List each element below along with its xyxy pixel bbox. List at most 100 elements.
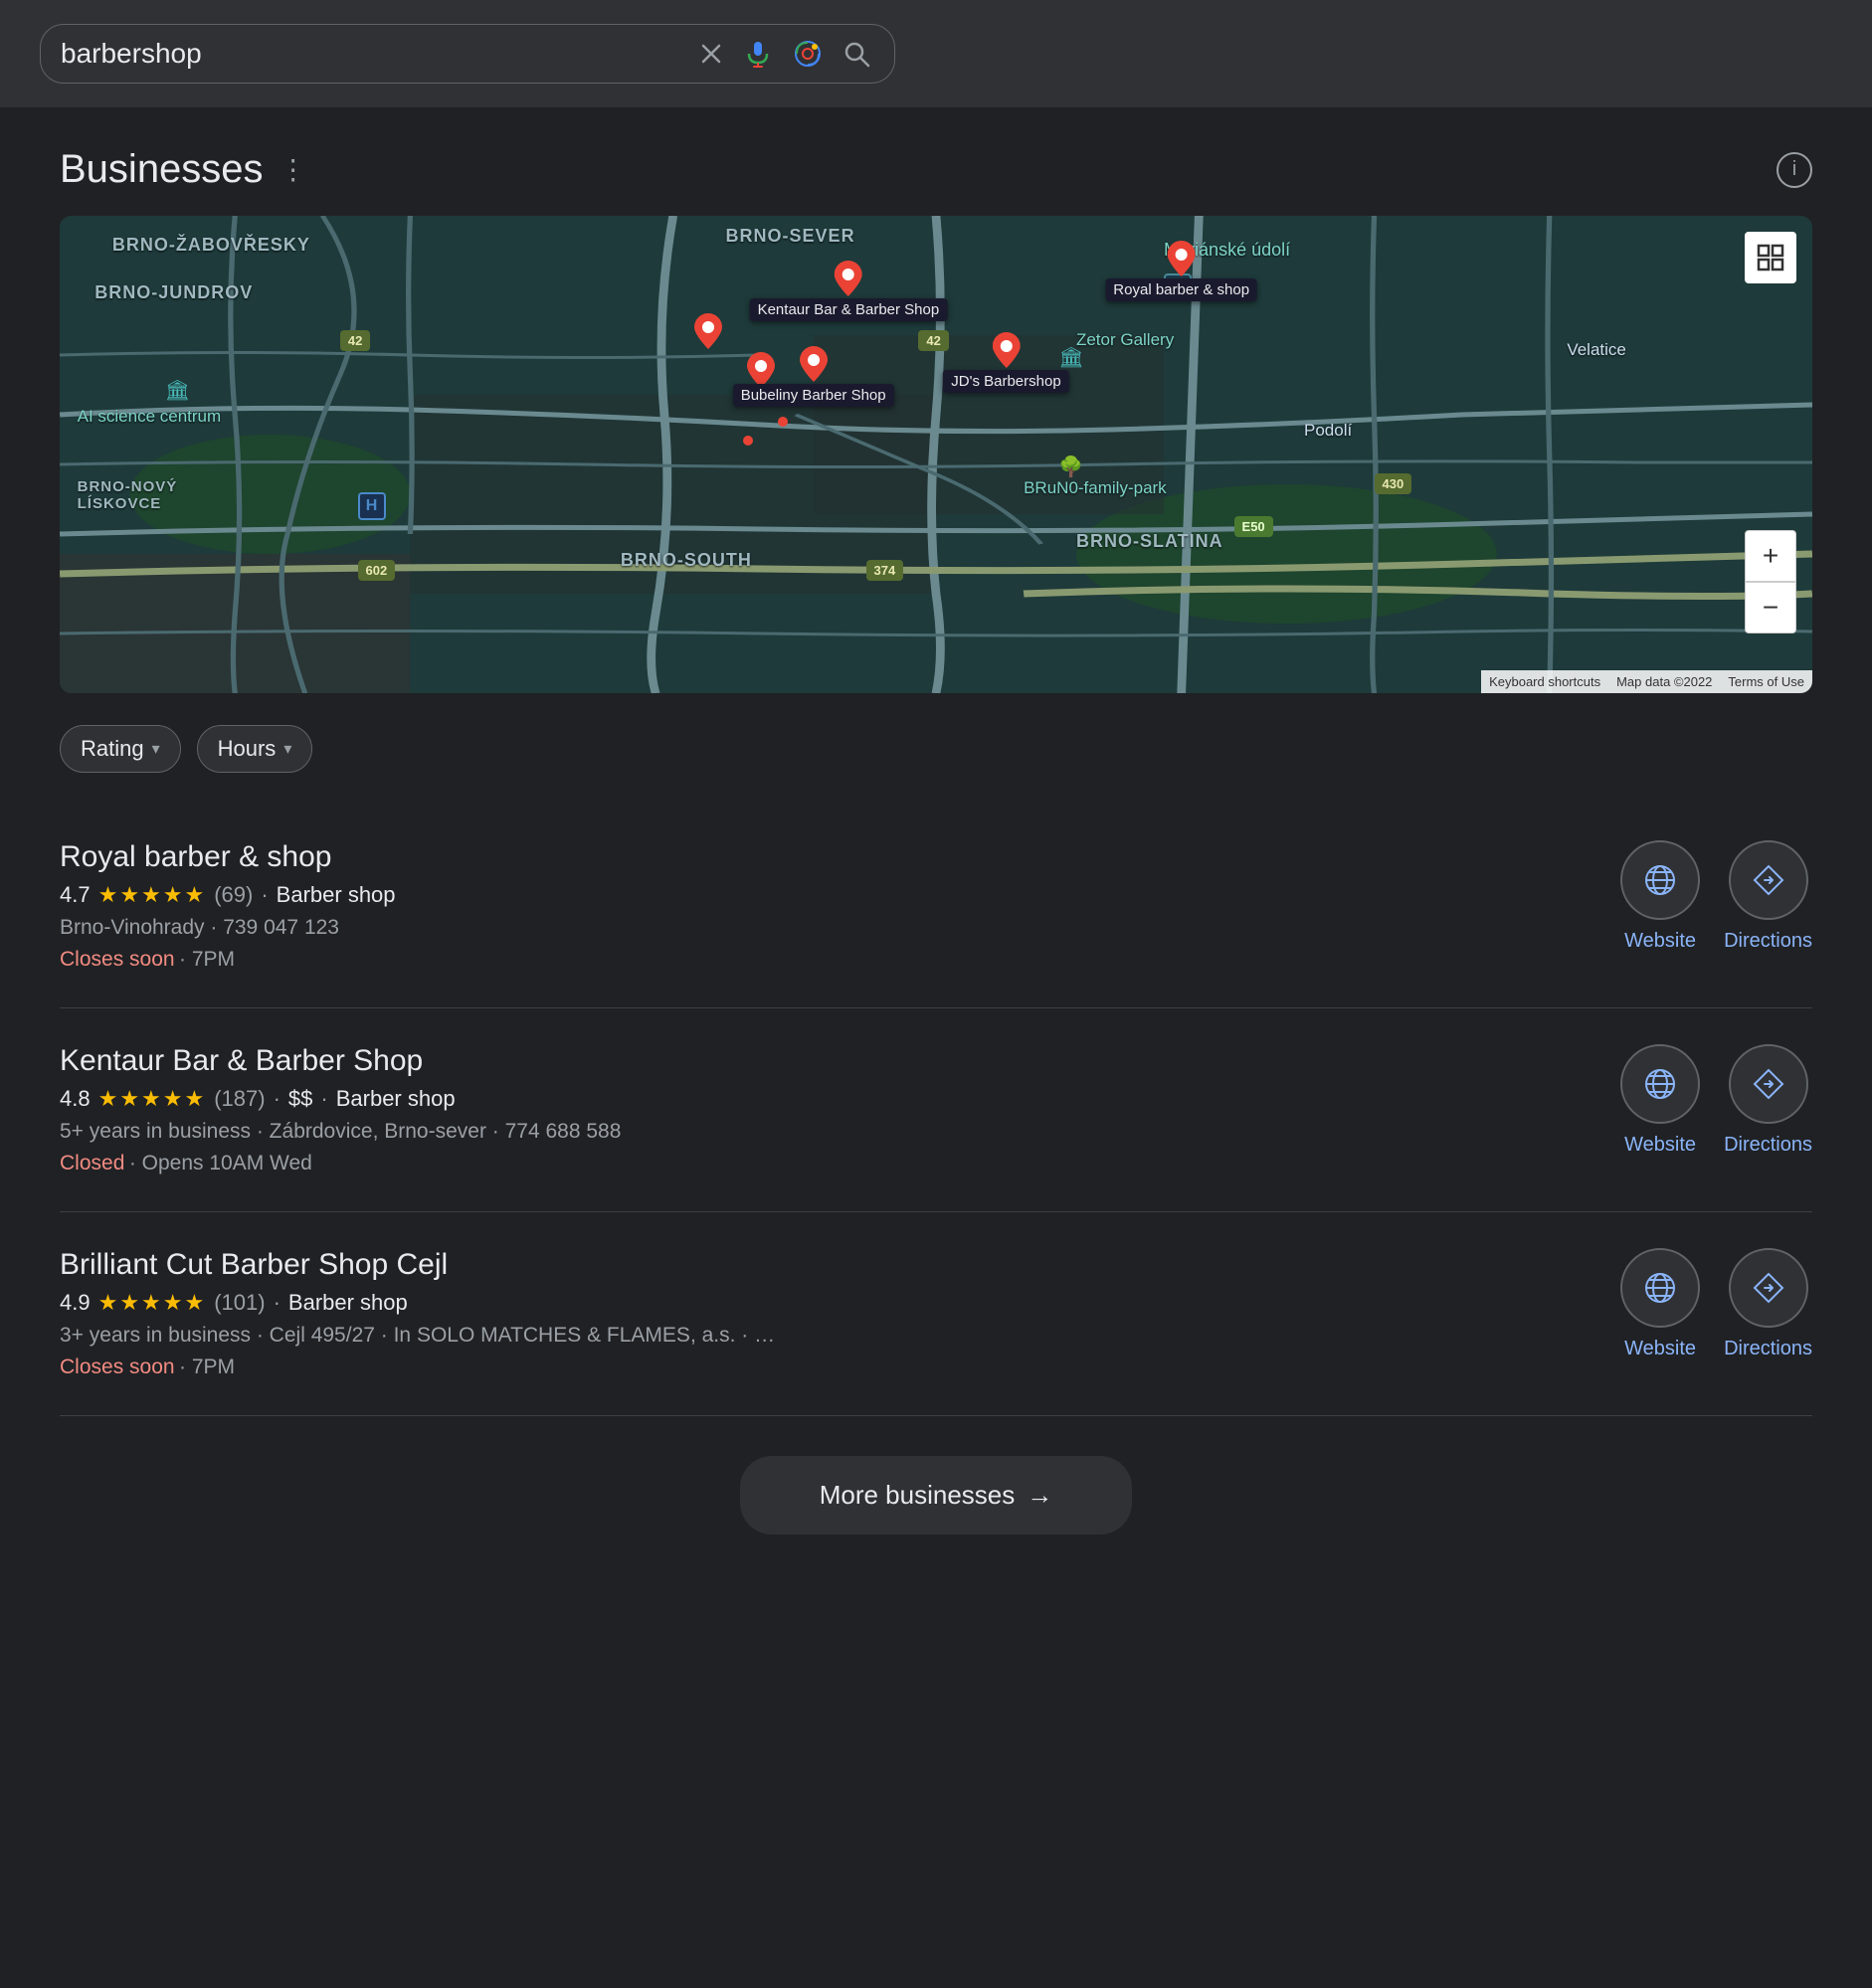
- map-footer: Keyboard shortcuts Map data ©2022 Terms …: [1481, 670, 1812, 693]
- business-item-kentaur: Kentaur Bar & Barber Shop 4.8 ★★★★★ (187…: [60, 1008, 1812, 1212]
- road-badge-42a: 42: [340, 330, 370, 351]
- map-pin-royal[interactable]: Royal barber & shop: [1105, 241, 1257, 301]
- map-label-slatina: BRNO-SLATINA: [1076, 531, 1223, 552]
- price-kentaur: $$: [288, 1086, 312, 1112]
- pin-icon-royal: [1168, 241, 1196, 276]
- map-pin-bubeliny[interactable]: Bubeliny Barber Shop: [733, 346, 894, 407]
- rating-num-brilliant: 4.9: [60, 1290, 91, 1316]
- search-input-wrapper: [40, 24, 895, 84]
- globe-icon-brilliant: [1642, 1270, 1678, 1306]
- rating-filter-chevron: ▾: [152, 739, 160, 759]
- rating-num-royal: 4.7: [60, 882, 91, 908]
- more-businesses-button[interactable]: More businesses →: [740, 1456, 1133, 1535]
- rating-num-kentaur: 4.8: [60, 1086, 91, 1112]
- website-button-brilliant[interactable]: Website: [1620, 1248, 1700, 1360]
- business-type-royal: Barber shop: [277, 882, 396, 908]
- business-detail-brilliant: 3+ years in business · Cejl 495/27 · In …: [60, 1324, 1581, 1348]
- status-text-royal: Closes soon: [60, 948, 175, 971]
- road-badge-374: 374: [866, 560, 904, 581]
- hours-filter-chevron: ▾: [283, 739, 291, 759]
- business-name-royal[interactable]: Royal barber & shop: [60, 840, 1581, 874]
- website-icon-circle-royal: [1620, 840, 1700, 920]
- hotel-icon: H: [358, 492, 386, 520]
- search-icon: [842, 40, 870, 68]
- road-badge-602: 602: [358, 560, 396, 581]
- pin-icon-kentaur: [835, 261, 862, 296]
- map-label-velatice: Velatice: [1567, 340, 1626, 360]
- search-input[interactable]: [61, 38, 683, 70]
- map-terms[interactable]: Terms of Use: [1720, 670, 1812, 693]
- search-button[interactable]: [839, 36, 874, 72]
- stars-royal: ★★★★★: [98, 882, 207, 908]
- map-pin-jds[interactable]: JD's Barbershop: [943, 332, 1068, 393]
- hours-filter-label: Hours: [218, 736, 277, 762]
- clear-search-button[interactable]: [695, 38, 727, 70]
- website-button-royal[interactable]: Website: [1620, 840, 1700, 953]
- info-button[interactable]: i: [1777, 152, 1812, 188]
- pin-label-kentaur: Kentaur Bar & Barber Shop: [750, 298, 948, 321]
- map-label-zetor: Zetor Gallery: [1076, 330, 1174, 350]
- status-text-brilliant: Closes soon: [60, 1355, 175, 1378]
- road-badge-430: 430: [1375, 473, 1412, 494]
- review-count-brilliant: (101): [214, 1290, 265, 1316]
- business-actions-kentaur: Website Directions: [1581, 1044, 1812, 1157]
- close-icon: [699, 42, 723, 66]
- business-rating-kentaur: 4.8 ★★★★★ (187) · $$ · Barber shop: [60, 1086, 1581, 1112]
- business-status-kentaur: Closed · Opens 10AM Wed: [60, 1152, 1581, 1175]
- business-name-brilliant[interactable]: Brilliant Cut Barber Shop Cejl: [60, 1248, 1581, 1282]
- review-count-kentaur: (187): [214, 1086, 265, 1112]
- pin-icon-bubeliny: [800, 346, 828, 382]
- map-zoom-in-button[interactable]: +: [1745, 530, 1796, 582]
- map-label-family-park: BRuN0-family-park: [1024, 478, 1167, 498]
- hours-filter-button[interactable]: Hours ▾: [197, 725, 313, 773]
- business-rating-royal: 4.7 ★★★★★ (69) · Barber shop: [60, 882, 1581, 908]
- map-expand-button[interactable]: [1745, 232, 1796, 283]
- stars-brilliant: ★★★★★: [98, 1290, 207, 1316]
- map-label-podoli: Podolí: [1304, 421, 1352, 441]
- business-item-brilliant: Brilliant Cut Barber Shop Cejl 4.9 ★★★★★…: [60, 1212, 1812, 1416]
- website-button-kentaur[interactable]: Website: [1620, 1044, 1700, 1157]
- review-count-royal: (69): [214, 882, 253, 908]
- map-pin-kentaur[interactable]: Kentaur Bar & Barber Shop: [750, 261, 948, 321]
- voice-search-button[interactable]: [739, 35, 777, 73]
- map-label-sever: BRNO-SEVER: [726, 226, 855, 247]
- map-zoom-out-button[interactable]: −: [1745, 582, 1796, 633]
- rating-filter-button[interactable]: Rating ▾: [60, 725, 181, 773]
- globe-icon: [1642, 862, 1678, 898]
- business-actions-royal: Website Directions: [1581, 840, 1812, 953]
- camera-icon: [793, 39, 823, 69]
- directions-icon-kentaur: [1751, 1066, 1786, 1102]
- website-label-brilliant: Website: [1624, 1338, 1696, 1360]
- business-status-brilliant: Closes soon · 7PM: [60, 1355, 1581, 1379]
- stars-kentaur: ★★★★★: [98, 1086, 207, 1112]
- landmark-icon-1: 🏛: [165, 378, 190, 403]
- map-keyboard-shortcuts[interactable]: Keyboard shortcuts: [1481, 670, 1608, 693]
- website-icon-circle-kentaur: [1620, 1044, 1700, 1124]
- map-container[interactable]: BRNO-ŽABOVŘESKY BRNO-SEVER BRNO-JUNDROV …: [60, 216, 1812, 693]
- more-businesses-label: More businesses: [820, 1480, 1016, 1511]
- map-label-zabovresky: BRNO-ŽABOVŘESKY: [112, 235, 310, 256]
- map-pin-brilliant[interactable]: [694, 313, 722, 349]
- map-label-south: BRNO-SOUTH: [621, 550, 752, 571]
- business-status-royal: Closes soon · 7PM: [60, 948, 1581, 972]
- pin-icon-brilliant: [694, 313, 722, 349]
- globe-icon-kentaur: [1642, 1066, 1678, 1102]
- road-badge-e50: E50: [1234, 516, 1273, 537]
- pin-label-royal: Royal barber & shop: [1105, 278, 1257, 301]
- directions-button-kentaur[interactable]: Directions: [1724, 1044, 1812, 1157]
- directions-icon-circle-royal: [1729, 840, 1808, 920]
- expand-icon: [1757, 244, 1784, 271]
- image-search-button[interactable]: [789, 35, 827, 73]
- directions-button-brilliant[interactable]: Directions: [1724, 1248, 1812, 1360]
- business-name-kentaur[interactable]: Kentaur Bar & Barber Shop: [60, 1044, 1581, 1078]
- rating-filter-label: Rating: [81, 736, 144, 762]
- more-options-button[interactable]: ⋮: [280, 153, 307, 186]
- map-attribution: Map data ©2022: [1608, 670, 1720, 693]
- directions-label-brilliant: Directions: [1724, 1338, 1812, 1360]
- pin-label-jds: JD's Barbershop: [943, 370, 1068, 393]
- map-background: BRNO-ŽABOVŘESKY BRNO-SEVER BRNO-JUNDROV …: [60, 216, 1812, 693]
- business-item-royal: Royal barber & shop 4.7 ★★★★★ (69) · Bar…: [60, 805, 1812, 1008]
- business-actions-brilliant: Website Directions: [1581, 1248, 1812, 1360]
- directions-button-royal[interactable]: Directions: [1724, 840, 1812, 953]
- map-dot-1: [778, 417, 788, 427]
